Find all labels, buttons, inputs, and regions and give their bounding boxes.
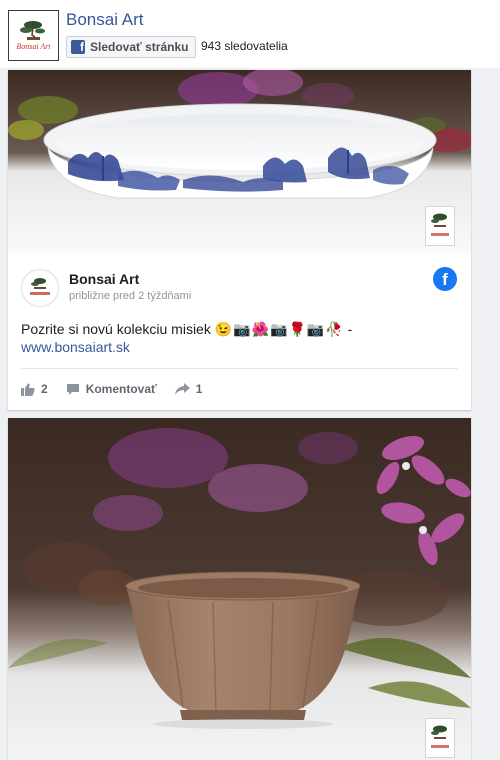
post-card: Bonsai Art približne pred 2 týždňami f P… — [8, 70, 471, 410]
share-count: 1 — [195, 382, 203, 396]
logo-text: Bonsai Art — [16, 42, 51, 51]
watermark-logo — [425, 718, 455, 758]
post-timestamp[interactable]: približne pred 2 týždňami — [69, 290, 191, 302]
post-actions: 2 Komentovať 1 — [21, 379, 220, 399]
follow-page-button[interactable]: f Sledovať stránku — [66, 36, 197, 58]
post-message-text: Pozrite si novú kolekciu misiek — [21, 321, 211, 337]
follow-page-label: Sledovať stránku — [90, 40, 189, 54]
porcelain-bowl-photo — [8, 70, 471, 254]
bonsai-logo-icon — [30, 278, 50, 295]
post-author-name[interactable]: Bonsai Art — [69, 271, 139, 287]
facebook-logo-icon[interactable]: f — [433, 267, 457, 291]
watermark-logo — [425, 206, 455, 246]
post-image-bowl[interactable] — [8, 70, 471, 254]
post-author-avatar[interactable] — [21, 269, 59, 307]
bonsai-logo-icon: Bonsai Art — [16, 21, 51, 51]
follower-count: 943 sledovatelia — [201, 39, 288, 53]
post-link[interactable]: www.bonsaiart.sk — [21, 339, 130, 355]
share-button[interactable]: 1 — [174, 382, 203, 396]
comment-button[interactable]: Komentovať — [66, 382, 157, 396]
page-name-link[interactable]: Bonsai Art — [66, 10, 144, 30]
comment-bubble-icon — [66, 383, 79, 395]
share-arrow-icon — [174, 383, 190, 395]
divider — [21, 368, 458, 369]
like-count: 2 — [41, 382, 48, 396]
facebook-f-icon: f — [71, 40, 85, 54]
post-message: Pozrite si novú kolekciu misiek 😉📷🌺📷🌹📷🥀 … — [21, 319, 461, 339]
thumbs-up-icon — [21, 383, 35, 396]
page-header: Bonsai Art Bonsai Art f Sledovať stránku… — [0, 0, 500, 68]
clay-pot-photo — [8, 418, 471, 760]
post-message-suffix: - — [343, 321, 353, 337]
bonsai-logo-icon — [431, 213, 449, 236]
bonsai-logo-icon — [431, 725, 449, 748]
page-logo[interactable]: Bonsai Art — [8, 10, 59, 61]
post-message-emojis: 😉📷🌺📷🌹📷🥀 — [214, 321, 344, 337]
comment-label: Komentovať — [85, 382, 157, 396]
post-image-clay-pot[interactable] — [8, 418, 471, 760]
like-button[interactable]: 2 — [21, 382, 48, 396]
post-card — [8, 418, 471, 760]
